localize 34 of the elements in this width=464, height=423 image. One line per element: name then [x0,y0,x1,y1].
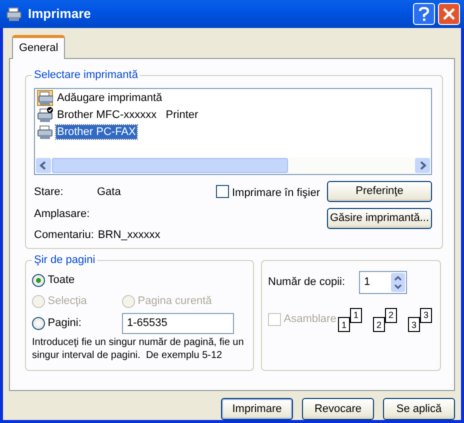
field-value: BRN_xxxxxx [98,228,160,243]
radio-label: Pagini: [48,316,82,331]
list-item[interactable]: Brother MFC-xxxxxx Printer [56,108,200,122]
hint-text: Introduceţi fie un singur număr de pagină, fie un singur interval de pagini. De exemplu 5-12 [32,336,245,362]
button[interactable]: Preferinţe [327,181,432,202]
field-label: Amplasare: [34,206,91,222]
field-label: Număr de copii: [268,275,346,290]
page-icon: 2 [385,308,397,323]
page-icon: 3 [420,308,432,323]
page-icon: 2 [373,317,385,332]
text-field[interactable]: 1-65535 [122,312,234,334]
page-icon: 1 [350,308,362,323]
field-label: Stare: [34,185,64,200]
field-label: Comentariu: [34,228,94,243]
tab[interactable]: General [12,34,66,59]
group-title: Şir de pagini [32,253,98,267]
button[interactable]: Revocare [302,398,374,420]
radio-label: Selecţia [48,294,87,310]
number-spinner[interactable]: 1 [359,271,407,294]
page-icon: 1 [338,317,350,332]
window-title: Imprimare [28,5,91,23]
checkbox-label: Asamblare [284,312,336,327]
radio-label: Toate [48,273,75,288]
page-icon: 3 [408,317,420,332]
radio-label: Pagina curentă [138,294,212,310]
group-title: Selectare imprimantă [32,68,140,82]
field-value: Gata [97,185,121,200]
button[interactable]: Imprimare [221,398,293,420]
field-value: 1 [364,275,370,290]
list-item[interactable]: Brother PC-FAX [56,124,137,138]
list-item[interactable]: Adăugare imprimantă [56,90,164,104]
checkbox-label: Imprimare în fişier [232,186,320,201]
button[interactable]: Se aplică [383,398,455,420]
button[interactable]: Găsire imprimantă... [327,208,432,228]
